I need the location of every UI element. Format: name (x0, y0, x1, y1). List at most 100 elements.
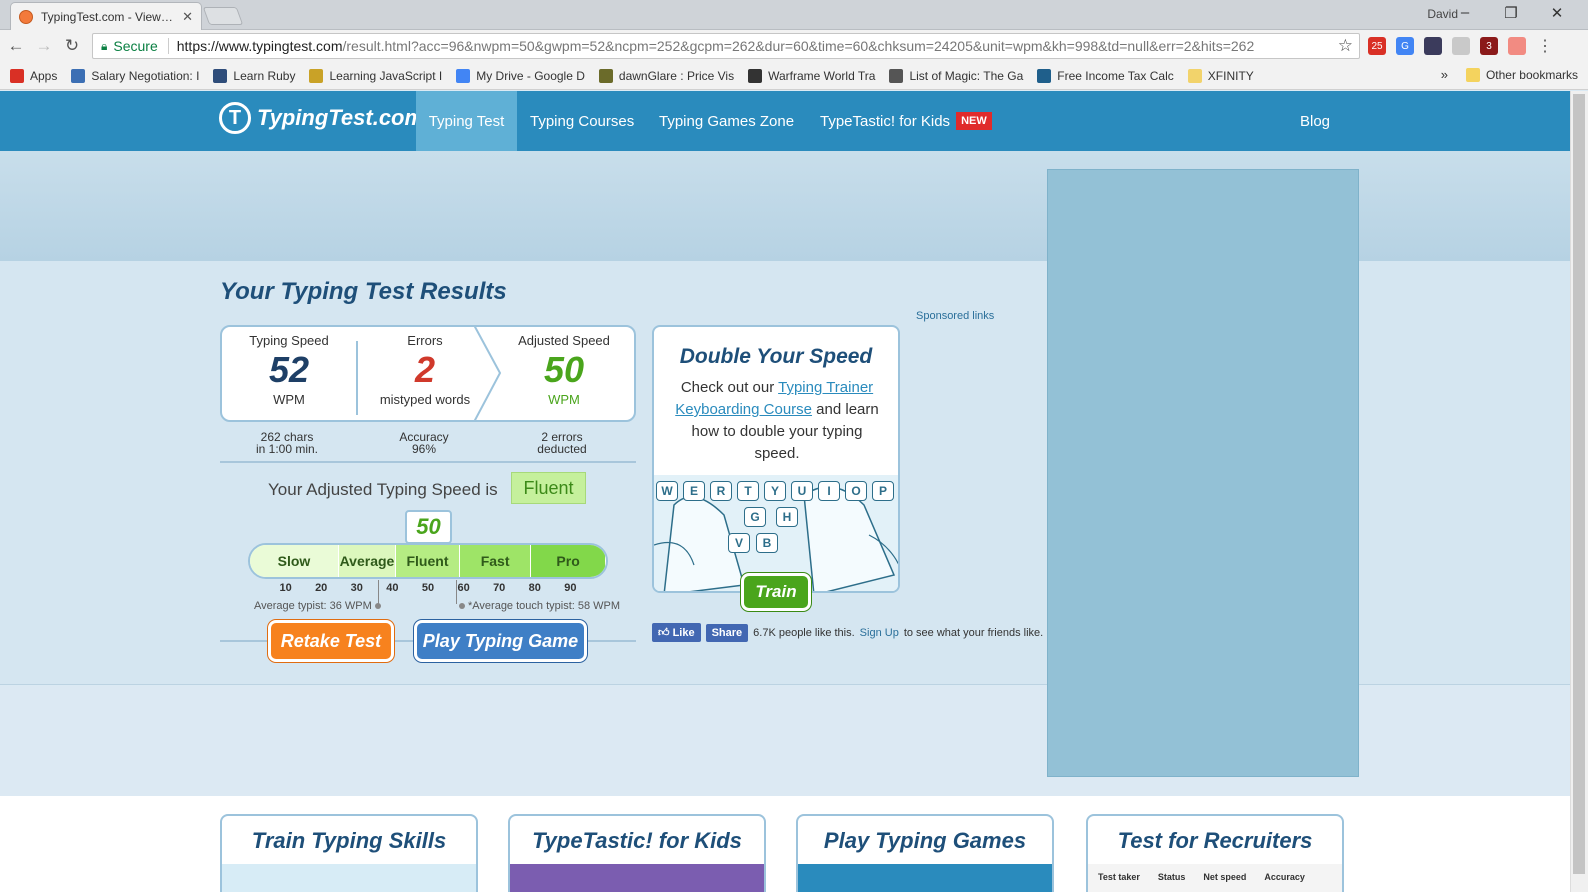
feature-card-title: Test for Recruiters (1117, 828, 1313, 853)
nav-typetastic[interactable]: TypeTastic! for Kids NEW (808, 91, 1004, 151)
scale-tick-label: 10 (279, 582, 292, 594)
menu-icon[interactable]: ⋮ (1536, 37, 1554, 55)
keyboard-key: R (710, 481, 732, 501)
browser-tabstrip: TypingTest.com - View Yo ✕ David – ❐ ✕ (0, 0, 1588, 30)
forward-icon[interactable]: → (34, 36, 54, 56)
scale-tick-label: 30 (350, 582, 363, 594)
feature-card[interactable]: Train Typing Skills (220, 814, 478, 892)
chars-summary: 262 chars in 1:00 min. (220, 431, 354, 455)
keyboard-key: E (683, 481, 705, 501)
bookmark-label: Free Income Tax Calc (1057, 68, 1174, 83)
typing-trainer-link[interactable]: Typing Trainer (778, 379, 873, 396)
bookmark-item[interactable]: My Drive - Google D (456, 68, 585, 83)
secure-label: Secure (113, 38, 158, 54)
scale-tick-label: 60 (457, 582, 470, 594)
browser-tab[interactable]: TypingTest.com - View Yo ✕ (10, 2, 202, 30)
apps-grid-icon (10, 68, 24, 83)
bookmark-item[interactable]: Warframe World Tra (748, 68, 875, 83)
retake-test-button[interactable]: Retake Test (268, 620, 394, 662)
bookmark-item[interactable]: Learn Ruby (213, 68, 295, 83)
maximize-icon[interactable]: ❐ (1496, 4, 1526, 22)
minimize-icon[interactable]: – (1450, 4, 1480, 21)
scrollbar-thumb[interactable] (1573, 94, 1585, 874)
typing-speed-label: Typing Speed (249, 333, 329, 348)
back-icon[interactable]: ← (6, 36, 26, 56)
level-badge: Fluent (511, 472, 586, 504)
feature-card-title: Play Typing Games (823, 828, 1027, 853)
gmail-extension-icon[interactable]: 25 (1368, 37, 1386, 55)
bookmark-favicon-icon (598, 68, 613, 83)
keyboard-key: P (872, 481, 894, 501)
bookmark-label: Salary Negotiation: I (91, 68, 200, 83)
bookmark-item[interactable]: Salary Negotiation: I (71, 68, 200, 83)
sponsored-links[interactable]: Sponsored links (916, 310, 994, 322)
bookmark-item[interactable]: Learning JavaScript I (309, 68, 443, 83)
speed-scale: Slow Average Fluent Fast Pro (248, 543, 608, 579)
touch-typist-dot (459, 603, 465, 610)
nav-typing-courses[interactable]: Typing Courses (518, 91, 646, 151)
bookmark-label: Learning JavaScript I (329, 68, 443, 83)
bookmark-item[interactable]: Free Income Tax Calc (1037, 68, 1174, 83)
scale-segment-fast: Fast (460, 545, 532, 577)
advertisement-slot[interactable] (1047, 169, 1359, 777)
other-bookmarks[interactable]: Other bookmarks (1465, 68, 1578, 82)
play-typing-game-button[interactable]: Play Typing Game (414, 620, 587, 662)
adjusted-speed-label: Adjusted Speed (518, 333, 610, 348)
nav-blog[interactable]: Blog (1288, 91, 1342, 151)
ublock-extension-icon[interactable]: 3 (1480, 37, 1498, 55)
url-host: https://www.typingtest.com (176, 38, 343, 54)
reload-icon[interactable]: ↻ (62, 36, 82, 56)
bookmark-item[interactable]: XFINITY (1187, 68, 1254, 83)
train-button[interactable]: Train (741, 573, 811, 611)
results-title: Your Typing Test Results (220, 278, 507, 305)
site-logo[interactable]: T TypingTest.com (219, 102, 424, 134)
scale-tick-label: 40 (386, 582, 399, 594)
extension-icon[interactable] (1424, 37, 1442, 55)
accuracy-value: 96% (411, 442, 437, 456)
errors-deducted-label: deducted (537, 442, 587, 456)
accuracy-summary: Accuracy 96% (356, 431, 492, 455)
more-bookmarks-icon[interactable]: » (1441, 67, 1448, 82)
feature-card-preview (222, 864, 476, 892)
divider-line (220, 461, 636, 463)
tab-close-icon[interactable]: ✕ (182, 9, 193, 25)
bookmark-favicon-icon (748, 68, 763, 83)
recruiter-table-header: Status (1157, 872, 1186, 882)
nav-typing-games-label: Typing Games Zone (659, 112, 795, 130)
new-tab-button[interactable] (202, 7, 244, 25)
window-close-icon[interactable]: ✕ (1542, 4, 1572, 22)
logo-text: TypingTest.com (257, 105, 425, 130)
facebook-signup-link[interactable]: Sign Up (860, 627, 899, 639)
bookmark-item[interactable]: dawnGlare : Price Vis (598, 68, 734, 83)
keyboard-key: V (728, 533, 750, 553)
bookmark-star-icon[interactable]: ☆ (1338, 36, 1353, 56)
adjusted-speed-unit: WPM (548, 392, 580, 407)
nav-typing-games[interactable]: Typing Games Zone (647, 91, 806, 151)
url-field[interactable]: 🔒︎ Secure https://www.typingtest.com /re… (92, 33, 1360, 59)
feature-card[interactable]: TypeTastic! for Kids (508, 814, 766, 892)
scale-tick-label: 70 (493, 582, 506, 594)
extension-icon[interactable] (1452, 37, 1470, 55)
nav-typing-test[interactable]: Typing Test (416, 91, 517, 151)
touch-typist-marker (456, 580, 458, 604)
keyboarding-course-link[interactable]: Keyboarding Course (675, 401, 812, 418)
bookmark-item[interactable]: List of Magic: The Ga (889, 68, 1024, 83)
feature-card[interactable]: Play Typing Games (796, 814, 1054, 892)
bookmark-label: Apps (30, 68, 58, 83)
facebook-share-button[interactable]: Share (705, 623, 749, 642)
feature-card-preview (510, 864, 764, 892)
extension-icon[interactable] (1508, 37, 1526, 55)
scale-tick-label: 50 (421, 582, 435, 594)
site-navbar: T TypingTest.com Typing Test Typing Cour… (0, 91, 1570, 151)
translate-extension-icon[interactable]: G (1396, 37, 1414, 55)
deduction-summary: 2 errors deducted (494, 431, 630, 455)
bookmark-favicon-icon (309, 68, 324, 83)
recruiter-table-header: Test taker (1098, 872, 1140, 882)
adjusted-speed-text: Your Adjusted Typing Speed is (268, 480, 498, 499)
feature-card[interactable]: Test for Recruiters Test taker Status Net s… (1086, 814, 1344, 892)
bookmark-label: My Drive - Google D (476, 68, 585, 83)
scale-segment-pro: Pro (531, 545, 606, 577)
bookmark-label: List of Magic: The Ga (909, 68, 1024, 83)
bookmark-item[interactable]: Apps (10, 68, 58, 83)
facebook-like-button[interactable]: 👍︎ Like (652, 623, 701, 642)
